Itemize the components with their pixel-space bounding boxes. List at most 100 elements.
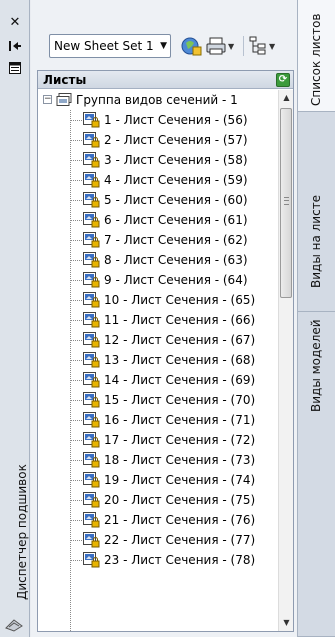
locked-sheet-icon: [83, 212, 100, 228]
locked-sheet-icon: [83, 392, 100, 408]
tab-label: Список листов: [309, 13, 323, 107]
refresh-icon[interactable]: ⟳: [276, 73, 290, 87]
tree-sheet-item[interactable]: 2 - Лист Сечения - (57): [38, 130, 278, 150]
tree-guide-line: [70, 520, 82, 521]
tab-model-views[interactable]: Виды моделей: [298, 312, 335, 637]
sheet-set-selected: New Sheet Set 1: [54, 39, 154, 53]
scroll-down-icon[interactable]: ▼: [279, 615, 294, 631]
tab-sheet-list[interactable]: Список листов: [298, 0, 335, 112]
publish-button[interactable]: [180, 33, 202, 59]
tree-sheet-item[interactable]: 14 - Лист Сечения - (69): [38, 370, 278, 390]
tree-sheet-item[interactable]: 1 - Лист Сечения - (56): [38, 110, 278, 130]
tree-sheet-item[interactable]: 21 - Лист Сечения - (76): [38, 510, 278, 530]
tree-sheet-label: 18 - Лист Сечения - (73): [104, 453, 256, 467]
tree-guide-line: [70, 280, 82, 281]
plot-button[interactable]: ▼: [206, 33, 234, 59]
chevron-down-icon: ▼: [160, 41, 167, 51]
locked-sheet-icon: [83, 112, 100, 128]
tree-sheet-item[interactable]: 11 - Лист Сечения - (66): [38, 310, 278, 330]
tree-sheet-label: 9 - Лист Сечения - (64): [104, 273, 248, 287]
tree-sheet-item[interactable]: 15 - Лист Сечения - (70): [38, 390, 278, 410]
tree-guide-line: [70, 200, 82, 201]
views-button[interactable]: ▼: [249, 33, 275, 59]
tree-sheet-item[interactable]: 4 - Лист Сечения - (59): [38, 170, 278, 190]
tree-guide-line: [70, 480, 82, 481]
tree-guide-line: [70, 120, 82, 121]
locked-sheet-icon: [83, 272, 100, 288]
tree-sheet-label: 11 - Лист Сечения - (66): [104, 313, 256, 327]
sheet-set-manager-main: New Sheet Set 1 ▼ ▼ ▼ Листы ⟳ − Группа в…: [31, 0, 297, 637]
palette-tabs: Список листов Виды на листе Виды моделей: [297, 0, 335, 637]
collapse-icon[interactable]: −: [43, 95, 52, 104]
tree-sheet-item[interactable]: 18 - Лист Сечения - (73): [38, 450, 278, 470]
tree-sheet-label: 16 - Лист Сечения - (71): [104, 413, 256, 427]
tree-sheet-item[interactable]: 3 - Лист Сечения - (58): [38, 150, 278, 170]
tree-sheet-item[interactable]: 9 - Лист Сечения - (64): [38, 270, 278, 290]
tree-guide-line: [70, 440, 82, 441]
tree-guide-line: [70, 160, 82, 161]
tree-guide-line: [70, 140, 82, 141]
locked-sheet-icon: [83, 372, 100, 388]
toolbar: New Sheet Set 1 ▼ ▼ ▼: [31, 0, 297, 66]
tree-sheet-item[interactable]: 16 - Лист Сечения - (71): [38, 410, 278, 430]
chevron-down-icon[interactable]: ▼: [269, 42, 275, 51]
tree-sheet-item[interactable]: 10 - Лист Сечения - (65): [38, 290, 278, 310]
vertical-scrollbar[interactable]: ▲ ▼: [278, 90, 293, 631]
panel-header: Листы ⟳: [38, 71, 293, 89]
tree-sheet-item[interactable]: 7 - Лист Сечения - (62): [38, 230, 278, 250]
tree-root-label: Группа видов сечений - 1: [76, 93, 238, 107]
tree-sheet-label: 1 - Лист Сечения - (56): [104, 113, 248, 127]
tree-sheet-label: 8 - Лист Сечения - (63): [104, 253, 248, 267]
tab-sheet-views[interactable]: Виды на листе: [298, 112, 335, 312]
locked-sheet-icon: [83, 452, 100, 468]
tree-sheet-item[interactable]: 8 - Лист Сечения - (63): [38, 250, 278, 270]
tree-sheet-item[interactable]: 19 - Лист Сечения - (74): [38, 470, 278, 490]
tree-sheet-item[interactable]: 6 - Лист Сечения - (61): [38, 210, 278, 230]
grip-icon: [284, 197, 289, 205]
scroll-thumb[interactable]: [280, 108, 292, 298]
locked-sheet-icon: [83, 492, 100, 508]
locked-sheet-icon: [83, 472, 100, 488]
tree-sheet-label: 13 - Лист Сечения - (68): [104, 353, 256, 367]
tree-sheet-label: 6 - Лист Сечения - (61): [104, 213, 248, 227]
close-icon[interactable]: ✕: [7, 14, 23, 30]
locked-sheet-icon: [83, 292, 100, 308]
locked-sheet-icon: [83, 232, 100, 248]
sheet-tree[interactable]: − Группа видов сечений - 1 1 - Лист Сече…: [38, 90, 278, 631]
tree-sheet-item[interactable]: 22 - Лист Сечения - (77): [38, 530, 278, 550]
tree-sheet-item[interactable]: 12 - Лист Сечения - (67): [38, 330, 278, 350]
locked-sheet-icon: [83, 312, 100, 328]
panel-title: Листы: [43, 73, 87, 87]
autohide-icon[interactable]: [7, 38, 23, 54]
tree-sheet-item[interactable]: 13 - Лист Сечения - (68): [38, 350, 278, 370]
tree-guide-line: [70, 180, 82, 181]
tree-sheet-label: 21 - Лист Сечения - (76): [104, 513, 256, 527]
tree-sheet-label: 22 - Лист Сечения - (77): [104, 533, 256, 547]
tree-sheet-item[interactable]: 5 - Лист Сечения - (60): [38, 190, 278, 210]
locked-sheet-icon: [83, 352, 100, 368]
tree-sheet-label: 14 - Лист Сечения - (69): [104, 373, 256, 387]
tree-guide-line: [70, 400, 82, 401]
tree-sheet-label: 4 - Лист Сечения - (59): [104, 173, 248, 187]
locked-sheet-icon: [83, 552, 100, 568]
tree-sheet-label: 7 - Лист Сечения - (62): [104, 233, 248, 247]
properties-icon[interactable]: [7, 60, 23, 76]
scroll-up-icon[interactable]: ▲: [279, 90, 294, 106]
tree-sheet-item[interactable]: 23 - Лист Сечения - (78): [38, 550, 278, 570]
tree-guide-line: [70, 380, 82, 381]
chevron-down-icon[interactable]: ▼: [228, 42, 234, 51]
palette-title: Диспетчер подшивок: [15, 464, 29, 600]
tree-sheet-label: 2 - Лист Сечения - (57): [104, 133, 248, 147]
tree-sheet-item[interactable]: 17 - Лист Сечения - (72): [38, 430, 278, 450]
tree-view-icon: [249, 36, 266, 55]
tree-sheet-item[interactable]: 20 - Лист Сечения - (75): [38, 490, 278, 510]
tree-guide-line: [70, 340, 82, 341]
sheet-set-dropdown[interactable]: New Sheet Set 1 ▼: [49, 34, 171, 58]
tree-sheet-label: 5 - Лист Сечения - (60): [104, 193, 248, 207]
tree-guide-line: [70, 260, 82, 261]
tree-root[interactable]: − Группа видов сечений - 1: [38, 90, 278, 110]
tree-guide-line: [70, 560, 82, 561]
locked-sheet-icon: [83, 132, 100, 148]
sheet-group-icon: [56, 93, 72, 106]
locked-sheet-icon: [83, 332, 100, 348]
